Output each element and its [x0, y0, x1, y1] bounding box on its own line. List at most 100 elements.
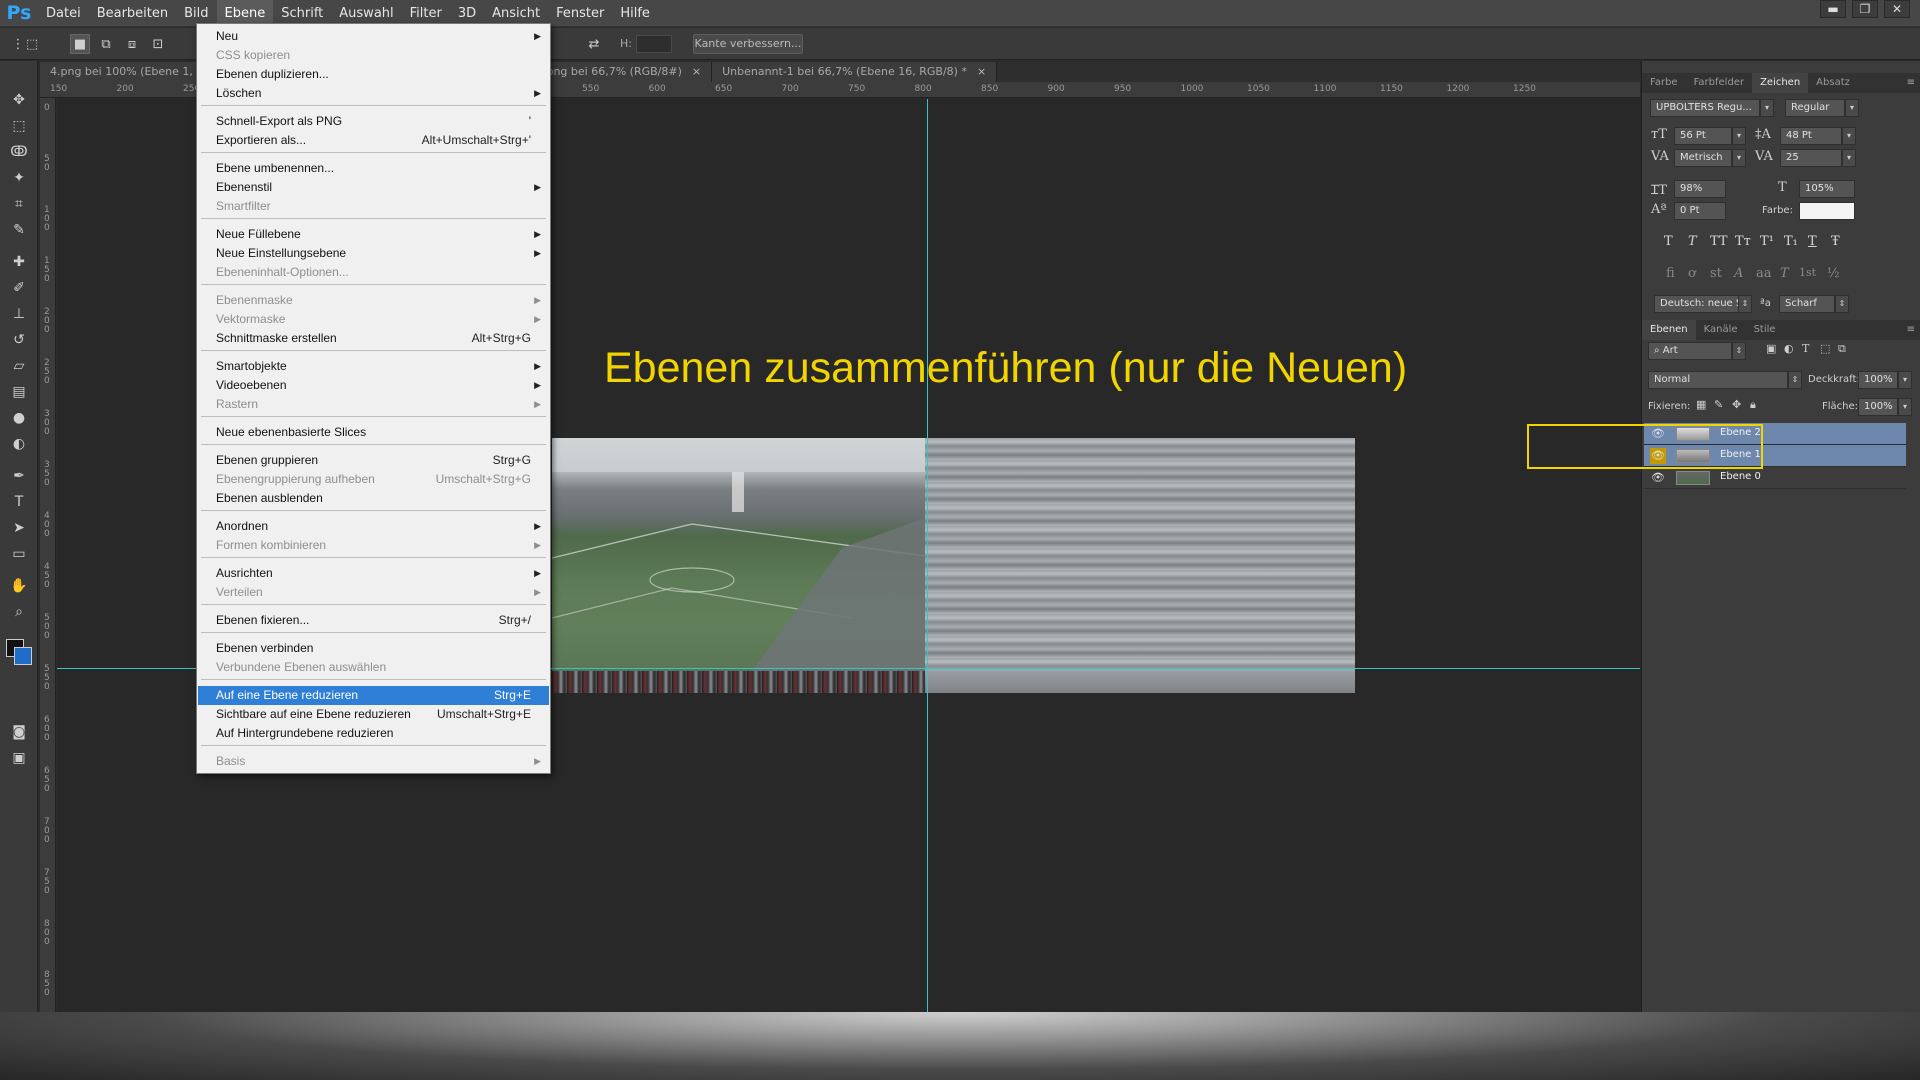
menu-item[interactable]: Smartobjekte ▶: [198, 357, 549, 376]
filter-adjustment-icon[interactable]: ◐: [1784, 342, 1794, 355]
menu-item[interactable]: Löschen ▶: [198, 84, 549, 103]
menu-item[interactable]: Ebenenstil ▶: [198, 178, 549, 197]
menu-item[interactable]: Neue ebenenbasierte Slices: [198, 423, 549, 442]
blur-tool-icon[interactable]: ●: [8, 407, 30, 429]
underline-button[interactable]: T: [1808, 234, 1817, 249]
marquee-tool-icon[interactable]: ⬚: [8, 115, 30, 137]
background-color-swatch[interactable]: [14, 647, 32, 665]
lock-all-icon[interactable]: 🔒︎: [1750, 398, 1756, 412]
discretionary-ligatures-button[interactable]: st: [1710, 266, 1722, 281]
menu-datei[interactable]: Datei: [38, 0, 89, 27]
tab-stile[interactable]: Stile: [1746, 320, 1784, 340]
menu-item[interactable]: Ebenen verbinden: [198, 639, 549, 658]
font-family-field[interactable]: UPBOLTERS Regu...: [1650, 99, 1760, 117]
menu-item[interactable]: Schnittmaske erstellen Alt+Strg+G: [198, 329, 549, 348]
antialias-dropdown-icon[interactable]: ⇕: [1835, 295, 1849, 313]
tracking-field[interactable]: 25: [1780, 149, 1842, 167]
filter-kind-dropdown-icon[interactable]: ⇕: [1732, 342, 1746, 360]
menu-hilfe[interactable]: Hilfe: [612, 0, 658, 27]
panel-menu-icon[interactable]: ≡: [1907, 73, 1915, 93]
tab-close-icon[interactable]: ×: [977, 65, 986, 78]
panel-menu-icon[interactable]: ≡: [1907, 320, 1915, 340]
ordinals-button[interactable]: 1st: [1799, 266, 1816, 279]
tab-absatz[interactable]: Absatz: [1808, 73, 1858, 93]
tab-zeichen[interactable]: Zeichen: [1752, 73, 1809, 93]
menu-item[interactable]: Sichtbare auf eine Ebene reduzieren Umsch…: [198, 705, 549, 724]
shape-tool-icon[interactable]: ▭: [8, 543, 30, 565]
magic-wand-tool-icon[interactable]: ✦: [8, 167, 30, 189]
screen-mode-icon[interactable]: ▣: [8, 747, 30, 769]
opacity-dropdown-icon[interactable]: ▾: [1898, 371, 1912, 389]
fractions-button[interactable]: ½: [1827, 266, 1840, 281]
swap-size-icon[interactable]: ⇄: [584, 34, 604, 54]
tab-farbe[interactable]: Farbe: [1642, 73, 1686, 93]
fill-dropdown-icon[interactable]: ▾: [1898, 398, 1912, 416]
subscript-button[interactable]: T₁: [1784, 234, 1798, 249]
superscript-button[interactable]: T¹: [1760, 234, 1774, 249]
faux-bold-button[interactable]: T: [1664, 234, 1673, 249]
filter-pixel-icon[interactable]: ▣: [1766, 342, 1776, 355]
tab-ebenen[interactable]: Ebenen: [1642, 320, 1696, 340]
healing-brush-tool-icon[interactable]: ✚: [8, 251, 30, 273]
minimize-button[interactable]: ▬: [1820, 0, 1846, 18]
fill-field[interactable]: 100%: [1858, 398, 1898, 416]
antialias-field[interactable]: Scharf: [1779, 295, 1835, 313]
rect-marquee-preset-icon[interactable]: ⬚: [22, 34, 42, 54]
tab-document-1[interactable]: 4.png bei 100% (Ebene 1, R: [40, 62, 216, 82]
leading-field[interactable]: 48 Pt: [1780, 127, 1842, 145]
blend-mode-dropdown-icon[interactable]: ⇕: [1788, 371, 1802, 389]
menu-item[interactable]: Ausrichten ▶: [198, 564, 549, 583]
text-color-swatch[interactable]: [1799, 202, 1855, 220]
height-input[interactable]: [636, 35, 672, 53]
refine-edge-button[interactable]: Kante verbessern...: [693, 34, 803, 54]
font-family-dropdown-icon[interactable]: ▾: [1760, 99, 1774, 117]
hand-tool-icon[interactable]: ✋: [8, 575, 30, 597]
filter-type-icon[interactable]: T: [1802, 342, 1809, 355]
lock-pixels-icon[interactable]: ✎: [1714, 398, 1723, 411]
tab-farbfelder[interactable]: Farbfelder: [1686, 73, 1752, 93]
font-size-field[interactable]: 56 Pt: [1674, 127, 1732, 145]
strikethrough-button[interactable]: Ŧ: [1831, 234, 1840, 249]
menu-fenster[interactable]: Fenster: [548, 0, 612, 27]
kerning-field[interactable]: Metrisch: [1674, 149, 1732, 167]
opacity-field[interactable]: 100%: [1858, 371, 1898, 389]
font-size-dropdown-icon[interactable]: ▾: [1732, 127, 1746, 145]
titling-alternates-button[interactable]: T: [1780, 266, 1789, 281]
tab-kanaele[interactable]: Kanäle: [1696, 320, 1746, 340]
tracking-dropdown-icon[interactable]: ▾: [1842, 149, 1856, 167]
eyedropper-tool-icon[interactable]: ✎: [8, 219, 30, 241]
new-selection-icon[interactable]: ■: [70, 34, 90, 54]
gradient-tool-icon[interactable]: ▤: [8, 381, 30, 403]
menu-item[interactable]: Anordnen ▶: [198, 517, 549, 536]
visibility-eye-icon[interactable]: 👁︎: [1650, 470, 1666, 486]
restore-button[interactable]: ❐: [1852, 0, 1878, 18]
lasso-tool-icon[interactable]: ↂ: [8, 141, 30, 163]
leading-dropdown-icon[interactable]: ▾: [1842, 127, 1856, 145]
filter-smart-object-icon[interactable]: ⧉: [1838, 342, 1846, 356]
menu-bearbeiten[interactable]: Bearbeiten: [89, 0, 176, 27]
menu-item[interactable]: Neue Einstellungsebene ▶: [198, 244, 549, 263]
faux-italic-button[interactable]: T: [1688, 234, 1697, 249]
blend-mode-field[interactable]: Normal: [1648, 371, 1788, 389]
dodge-tool-icon[interactable]: ◐: [8, 433, 30, 455]
all-caps-button[interactable]: TT: [1710, 234, 1728, 249]
filter-kind-field[interactable]: ⌕ Art: [1648, 342, 1732, 360]
move-tool-icon[interactable]: ✥: [8, 89, 30, 111]
crop-tool-icon[interactable]: ⌗: [8, 193, 30, 215]
vertical-scale-field[interactable]: 98%: [1674, 180, 1726, 198]
intersect-selection-icon[interactable]: ⊡: [148, 34, 168, 54]
menu-item[interactable]: Schnell-Export als PNG ': [198, 112, 549, 131]
swash-button[interactable]: A: [1734, 266, 1743, 281]
layer-row-ebene-0[interactable]: 👁︎ Ebene 0: [1644, 467, 1906, 489]
eraser-tool-icon[interactable]: ▱: [8, 355, 30, 377]
kerning-dropdown-icon[interactable]: ▾: [1732, 149, 1746, 167]
subtract-selection-icon[interactable]: ⧈: [122, 34, 142, 54]
old-style-button[interactable]: ơ: [1688, 266, 1696, 281]
tab-document-3[interactable]: Unbenannt-1 bei 66,7% (Ebene 16, RGB/8) …: [712, 62, 998, 82]
font-style-field[interactable]: Regular: [1785, 99, 1845, 117]
lock-position-icon[interactable]: ✥: [1732, 398, 1741, 411]
stylistic-alternates-button[interactable]: aa: [1756, 266, 1772, 281]
tab-close-icon[interactable]: ×: [692, 65, 701, 78]
brush-tool-icon[interactable]: ✐: [8, 277, 30, 299]
horizontal-scale-field[interactable]: 105%: [1799, 180, 1855, 198]
